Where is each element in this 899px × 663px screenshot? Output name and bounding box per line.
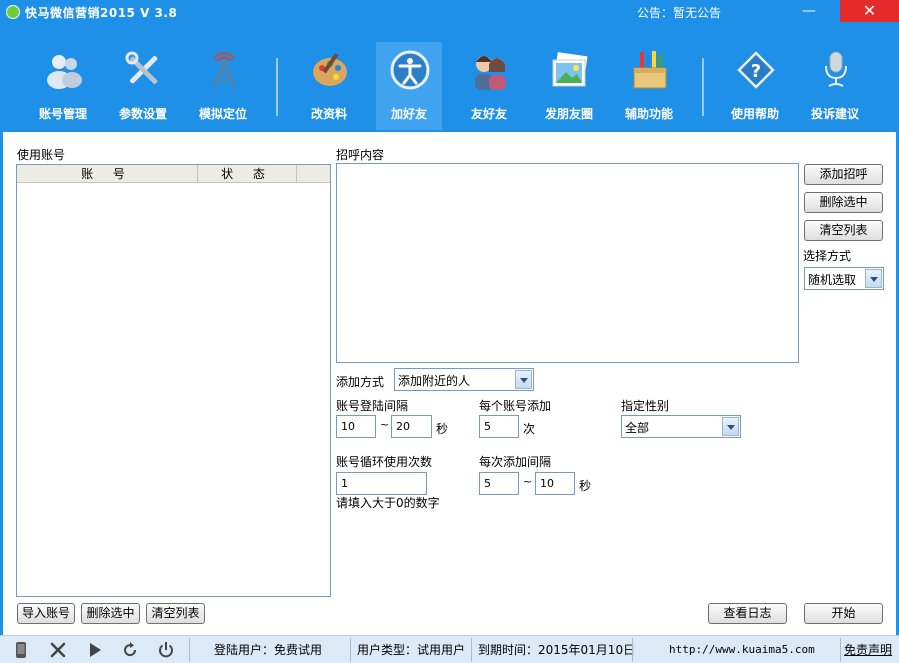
view-log-button[interactable]: 查看日志 [708,603,787,624]
tool-label: 投诉建议 [810,107,859,121]
tool-label: 使用帮助 [730,107,779,121]
tools-icon[interactable] [49,641,67,659]
tool-add-friend[interactable]: 加好友 [376,42,442,130]
seconds-unit: 秒 [436,422,449,436]
greeting-title: 招呼内容 [336,148,385,162]
tool-label: 模拟定位 [198,107,247,121]
chevron-down-icon[interactable] [722,417,739,436]
gender-value: 全部 [625,421,650,435]
notice-text: 公告：暂无公告 [637,6,722,20]
column-status[interactable]: 状 态 [198,165,297,183]
power-icon[interactable] [157,641,175,659]
select-mode-dropdown[interactable]: 随机选取 [804,267,884,290]
tool-feedback[interactable]: 投诉建议 [802,42,868,130]
tool-help[interactable]: ? 使用帮助 [722,42,788,130]
refresh-icon[interactable] [121,641,139,659]
app-logo-icon [6,5,20,19]
login-user-status: 登陆用户：免费试用 [189,638,346,662]
add-greeting-button[interactable]: 添加招呼 [804,164,883,185]
tool-label: 发朋友圈 [544,107,593,121]
tool-label: 加好友 [390,107,427,121]
range-separator: ~ [380,418,390,431]
palette-icon [313,53,347,86]
add-interval-min-input[interactable]: 5 [479,472,519,495]
gender-label: 指定性别 [621,399,670,413]
tool-label: 友好友 [470,107,507,121]
couple-icon [475,56,506,90]
clear-accounts-button[interactable]: 清空列表 [146,603,205,624]
tool-assist[interactable]: 辅助功能 [616,42,682,130]
toolbar-separator [702,58,704,116]
play-icon[interactable] [86,641,104,659]
chevron-down-icon[interactable] [865,269,882,288]
phone-icon[interactable] [12,641,30,659]
toolbox-icon [633,51,667,89]
account-list-header: 账 号 状 态 [17,165,330,183]
photos-icon [552,52,588,87]
person-add-icon [390,50,430,90]
antenna-icon [213,52,235,89]
column-account[interactable]: 账 号 [17,165,198,183]
minimize-button[interactable]: — [794,0,824,22]
svg-text:?: ? [751,61,761,82]
users-icon [47,55,82,89]
loop-count-hint: 请填入大于0的数字 [336,496,440,510]
tool-account-manage[interactable]: 账号管理 [30,42,96,130]
add-interval-label: 每次添加间隔 [479,455,552,469]
tool-label: 参数设置 [118,107,167,121]
tool-label: 账号管理 [38,107,87,121]
seconds-unit: 秒 [579,479,592,493]
gender-dropdown[interactable]: 全部 [621,415,741,438]
times-unit: 次 [523,422,536,436]
app-title: 快马微信营销2015 V 3.8 [25,6,178,20]
tool-label: 辅助功能 [624,107,673,121]
select-mode-value: 随机选取 [808,273,857,287]
user-type-status: 用户类型：试用用户 [350,638,470,662]
login-interval-label: 账号登陆间隔 [336,399,409,413]
clear-greetings-button[interactable]: 清空列表 [804,220,883,241]
tools-icon [125,51,158,85]
add-method-value: 添加附近的人 [398,374,471,388]
add-method-label: 添加方式 [336,375,385,389]
loop-count-input[interactable]: 1 [336,472,427,495]
expire-date-status: 到期时间：2015年01月10日 [471,638,635,662]
close-button[interactable]: ✕ [840,0,899,22]
tool-location[interactable]: 模拟定位 [190,42,256,130]
login-interval-min-input[interactable]: 10 [336,415,376,438]
delete-selected-greeting-button[interactable]: 删除选中 [804,192,883,213]
disclaimer-link[interactable]: 免责声明 [840,638,899,662]
per-account-input[interactable]: 5 [479,415,519,438]
add-interval-max-input[interactable]: 10 [535,472,575,495]
add-method-dropdown[interactable]: 添加附近的人 [394,368,534,391]
import-accounts-button[interactable]: 导入账号 [17,603,75,624]
tool-friend-friend[interactable]: 友好友 [456,42,522,130]
help-icon: ? [737,51,775,89]
account-list[interactable] [16,164,331,597]
toolbar-separator [276,58,278,116]
per-account-label: 每个账号添加 [479,399,552,413]
accounts-title: 使用账号 [17,148,66,162]
tool-label: 改资料 [310,107,347,121]
tool-edit-profile[interactable]: 改资料 [296,42,362,130]
delete-selected-accounts-button[interactable]: 删除选中 [81,603,140,624]
loop-count-label: 账号循环使用次数 [336,455,433,469]
chevron-down-icon[interactable] [515,370,532,389]
title-bar: 快马微信营销2015 V 3.8 公告：暂无公告 — ✕ [0,0,899,24]
tool-moments[interactable]: 发朋友圈 [536,42,602,130]
top-toolbar-area: 快马微信营销2015 V 3.8 公告：暂无公告 — ✕ 账号管理 参数设置 模… [0,0,899,132]
start-button[interactable]: 开始 [804,603,883,624]
login-interval-max-input[interactable]: 20 [391,415,432,438]
tool-settings[interactable]: 参数设置 [110,42,176,130]
greeting-list[interactable] [336,163,799,363]
select-mode-label: 选择方式 [803,249,852,263]
status-bar: 登陆用户：免费试用 用户类型：试用用户 到期时间：2015年01月10日 htt… [0,635,899,663]
website-url[interactable]: http://www.kuaima5.com [632,638,840,662]
range-separator: ~ [523,475,533,488]
microphone-icon [825,51,847,87]
